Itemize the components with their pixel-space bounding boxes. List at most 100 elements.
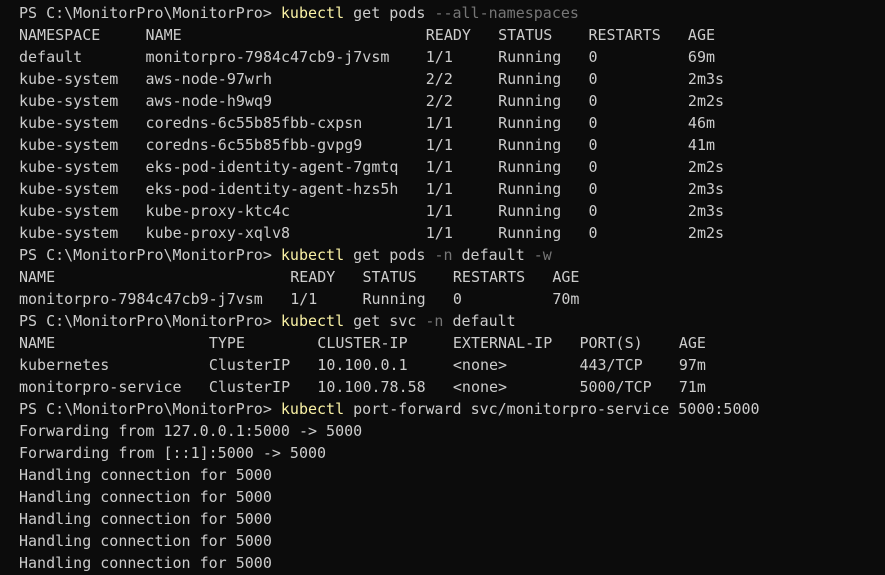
prompt-line: PS C:\MonitorPro\MonitorPro> kubectl get…: [19, 244, 885, 266]
column-header: CLUSTER-IP: [317, 334, 408, 352]
command-name: kubectl: [280, 400, 345, 418]
column-header: TYPE: [208, 334, 245, 352]
table-cell: Running: [498, 158, 562, 176]
command-arg: get: [353, 4, 381, 22]
table-cell: default: [19, 48, 83, 66]
table-cell: 1/1: [290, 290, 318, 308]
table-cell: 46m: [687, 114, 716, 132]
table-cell: kubernetes: [19, 356, 110, 374]
prompt-text: PS C:\MonitorPro\MonitorPro>: [19, 312, 281, 330]
column-header: NAME: [19, 334, 56, 352]
table-cell: Running: [362, 290, 426, 308]
table-header: NAME READY STATUS RESTARTS AGE: [19, 266, 885, 288]
table-cell: eks-pod-identity-agent-hzs5h: [145, 180, 399, 198]
table-cell: kube-system: [19, 70, 119, 88]
command-arg: default: [461, 246, 525, 264]
table-cell: 2/2: [425, 92, 453, 110]
table-header: NAMESPACE NAME READY STATUS RESTARTS AGE: [19, 24, 885, 46]
command-arg: svc: [389, 312, 417, 330]
command-arg: port-forward: [353, 400, 462, 418]
table-cell: 2m3s: [687, 70, 725, 88]
table-cell: aws-node-h9wq9: [145, 92, 272, 110]
table-cell: 1/1: [425, 202, 453, 220]
output-line: Forwarding from [::1]:5000 -> 5000: [19, 444, 327, 462]
table-cell: monitorpro-service: [19, 378, 182, 396]
table-cell: 69m: [687, 48, 716, 66]
table-cell: 0: [588, 136, 598, 154]
table-row: kubernetes ClusterIP 10.100.0.1 <none> 443/T…: [19, 354, 885, 376]
table-row: kube-system eks-pod-identity-agent-hzs5h 1…: [19, 178, 885, 200]
column-header: READY: [425, 26, 471, 44]
column-header: AGE: [678, 334, 706, 352]
table-cell: kube-system: [19, 202, 119, 220]
prompt-text: PS C:\MonitorPro\MonitorPro>: [19, 246, 281, 264]
command-name: kubectl: [280, 246, 345, 264]
table-row: kube-system aws-node-97wrh 2/2 Running 0 2m3s: [19, 68, 885, 90]
table-cell: 0: [452, 290, 462, 308]
table-cell: kube-system: [19, 158, 119, 176]
command-arg: get: [353, 246, 381, 264]
column-header: NAME: [145, 26, 182, 44]
table-cell: 0: [588, 180, 598, 198]
column-header: STATUS: [362, 268, 417, 286]
output-line: Handling connection for 5000: [19, 488, 272, 506]
table-cell: ClusterIP: [208, 378, 291, 396]
table-cell: <none>: [452, 356, 508, 374]
command-arg: pods: [389, 246, 426, 264]
table-cell: kube-system: [19, 114, 119, 132]
table-row: kube-system coredns-6c55b85fbb-cxpsn 1/1 Ru…: [19, 112, 885, 134]
column-header: RESTARTS: [452, 268, 526, 286]
table-cell: 2m2s: [687, 92, 725, 110]
output-line: Forwarding from 127.0.0.1:5000 -> 5000: [19, 422, 363, 440]
table-cell: Running: [498, 48, 562, 66]
prompt-line: PS C:\MonitorPro\MonitorPro> kubectl get…: [19, 2, 885, 24]
table-cell: Running: [498, 70, 562, 88]
table-cell: coredns-6c55b85fbb-gvpg9: [145, 136, 363, 154]
command-arg: get: [353, 312, 381, 330]
prompt-line: PS C:\MonitorPro\MonitorPro> kubectl get…: [19, 310, 885, 332]
table-cell: Running: [498, 202, 562, 220]
table-row: kube-system coredns-6c55b85fbb-gvpg9 1/1 Ru…: [19, 134, 885, 156]
table-row: monitorpro-7984c47cb9-j7vsm 1/1 Running 0 70…: [19, 288, 885, 310]
table-cell: 0: [588, 92, 598, 110]
table-cell: 41m: [687, 136, 716, 154]
command-name: kubectl: [280, 4, 345, 22]
column-header: AGE: [687, 26, 716, 44]
table-cell: 2/2: [425, 70, 453, 88]
output-line: Handling connection for 5000: [19, 466, 272, 484]
table-cell: Running: [498, 180, 562, 198]
table-cell: 2m2s: [687, 224, 725, 242]
table-cell: 0: [588, 202, 598, 220]
table-cell: kube-system: [19, 136, 119, 154]
table-row: kube-system kube-proxy-xqlv8 1/1 Running 0 2m…: [19, 222, 885, 244]
table-cell: Running: [498, 224, 562, 242]
table-cell: <none>: [452, 378, 508, 396]
column-header: EXTERNAL-IP: [452, 334, 553, 352]
output-line: Handling connection for 5000: [19, 554, 272, 572]
column-header: READY: [290, 268, 336, 286]
table-cell: kube-system: [19, 180, 119, 198]
table-cell: 2m2s: [687, 158, 725, 176]
command-arg: default: [452, 312, 516, 330]
table-cell: 2m3s: [687, 180, 725, 198]
table-cell: 1/1: [425, 180, 453, 198]
terminal-window[interactable]: PS C:\MonitorPro\MonitorPro> kubectl get…: [0, 0, 885, 575]
table-header: NAME TYPE CLUSTER-IP EXTERNAL-IP PORT(S) AGE: [19, 332, 885, 354]
table-row: kube-system eks-pod-identity-agent-7gmtq 1…: [19, 156, 885, 178]
table-cell: 70m: [552, 290, 580, 308]
column-header: NAME: [19, 268, 56, 286]
command-name: kubectl: [280, 312, 345, 330]
table-cell: 1/1: [425, 48, 453, 66]
table-cell: 0: [588, 224, 598, 242]
column-header: PORT(S): [579, 334, 643, 352]
table-cell: 1/1: [425, 114, 453, 132]
column-header: AGE: [552, 268, 580, 286]
table-cell: 0: [588, 114, 598, 132]
command-arg: svc/monitorpro-service: [470, 400, 670, 418]
table-cell: kube-system: [19, 92, 119, 110]
table-cell: 10.100.78.58: [317, 378, 426, 396]
table-cell: coredns-6c55b85fbb-cxpsn: [145, 114, 363, 132]
table-row: kube-system kube-proxy-ktc4c 1/1 Running 0 2m…: [19, 200, 885, 222]
table-cell: Running: [498, 114, 562, 132]
prompt-line: PS C:\MonitorPro\MonitorPro> kubectl por…: [19, 398, 885, 420]
